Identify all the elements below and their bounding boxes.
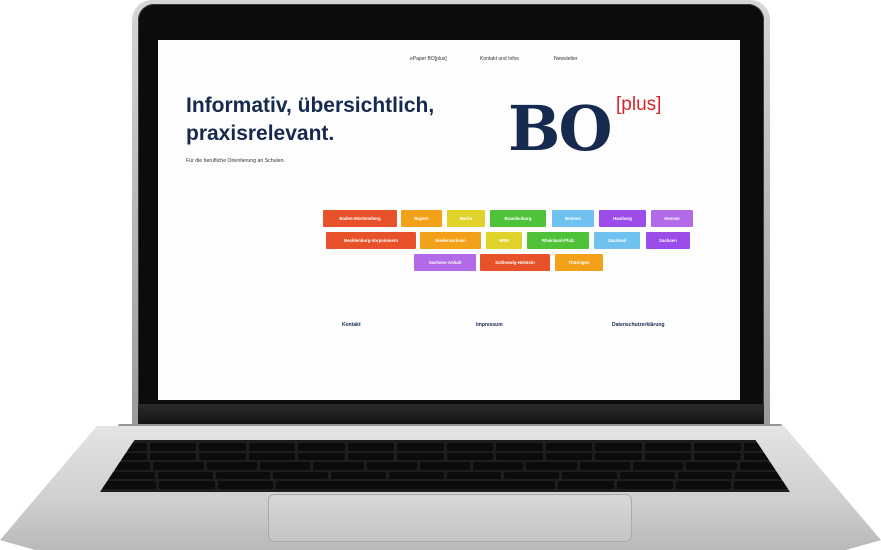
state-button-sachsen[interactable]: Sachsen: [646, 232, 690, 249]
state-button-brandenburg[interactable]: Brandenburg: [490, 210, 546, 227]
screen-bezel: [138, 404, 764, 426]
state-buttons: Baden-Württemberg Bayern Berlin Brandenburg…: [158, 40, 740, 400]
browser-screen: ePaper BO[plus] Kontakt und Infos Newsle…: [158, 40, 740, 400]
state-button-hessen[interactable]: Hessen: [651, 210, 693, 227]
state-button-saarland[interactable]: Saarland: [594, 232, 640, 249]
state-button-sachsen-anhalt[interactable]: Sachsen-Anhalt: [414, 254, 476, 271]
state-button-hamburg[interactable]: Hamburg: [599, 210, 646, 227]
trackpad: [268, 494, 632, 542]
state-button-thüringen[interactable]: Thüringen: [555, 254, 603, 271]
state-button-bremen[interactable]: Bremen: [552, 210, 594, 227]
keyboard: [100, 440, 790, 492]
state-button-mecklenburg-vorpommern[interactable]: Mecklenburg-Vorpommern: [326, 232, 416, 249]
state-button-schleswig-holstein[interactable]: Schleswig-Holstein: [480, 254, 550, 271]
footer-impressum-link[interactable]: Impressum: [476, 322, 503, 328]
state-button-berlin[interactable]: Berlin: [447, 210, 485, 227]
state-button-baden-württemberg[interactable]: Baden-Württemberg: [323, 210, 397, 227]
footer-kontakt-link[interactable]: Kontakt: [342, 322, 361, 328]
state-button-nrw[interactable]: NRW: [486, 232, 522, 249]
state-button-bayern[interactable]: Bayern: [401, 210, 442, 227]
state-button-niedersachsen[interactable]: Niedersachsen: [420, 232, 481, 249]
state-button-rheinland-pfalz[interactable]: Rheinland-Pfalz: [527, 232, 589, 249]
footer-datenschutz-link[interactable]: Datenschutzerklärung: [612, 322, 665, 328]
